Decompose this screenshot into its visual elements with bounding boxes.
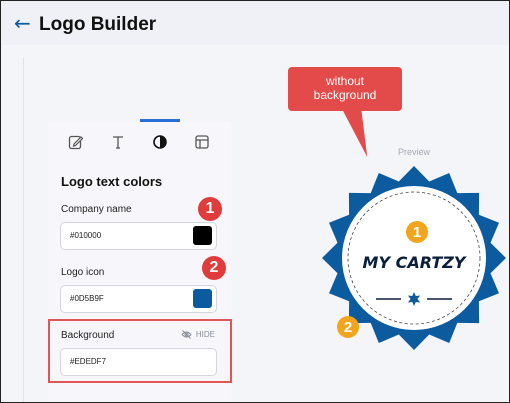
annotation-badge-yellow-1: 1 (406, 221, 428, 243)
tab-edit[interactable] (56, 127, 96, 157)
tab-colors[interactable] (140, 127, 180, 157)
annotation-badge-2: 2 (202, 256, 226, 280)
text-icon (113, 136, 123, 149)
tab-text[interactable] (98, 127, 138, 157)
tab-bar (48, 119, 231, 161)
header-bar: ← Logo Builder (1, 1, 509, 45)
icon-color-value: #0D5B9F (70, 294, 104, 303)
page-title: Logo Builder (39, 14, 157, 35)
annotation-badge-yellow-2: 2 (337, 316, 359, 338)
logo-icon-label: Logo icon (61, 267, 105, 278)
annotation-badge-1: 1 (198, 197, 222, 221)
company-color-swatch[interactable] (193, 226, 212, 245)
company-name-label: Company name (61, 204, 132, 215)
app-window: ← Logo Builder Logo text colors Company … (0, 0, 510, 403)
layout-icon (195, 135, 209, 149)
company-color-value: #010000 (70, 231, 102, 240)
tab-layout[interactable] (182, 127, 222, 157)
background-highlight-box (48, 319, 232, 383)
callout-box: without background (288, 67, 402, 111)
edit-icon (68, 135, 84, 150)
canvas-divider (23, 57, 24, 402)
company-color-field[interactable]: #010000 (60, 222, 217, 250)
section-title: Logo text colors (61, 174, 163, 189)
callout-tail (341, 107, 378, 157)
active-tab-indicator (140, 119, 180, 122)
contrast-icon (153, 135, 167, 149)
logo-text: MY CARTZY (363, 253, 467, 272)
preview-label: Preview (398, 147, 431, 157)
arrow-left-icon[interactable]: ← (14, 12, 31, 34)
icon-color-field[interactable]: #0D5B9F (60, 285, 217, 313)
callout-line-2: background (313, 88, 377, 102)
icon-color-swatch[interactable] (193, 289, 212, 308)
callout-line-1: without (325, 74, 365, 88)
